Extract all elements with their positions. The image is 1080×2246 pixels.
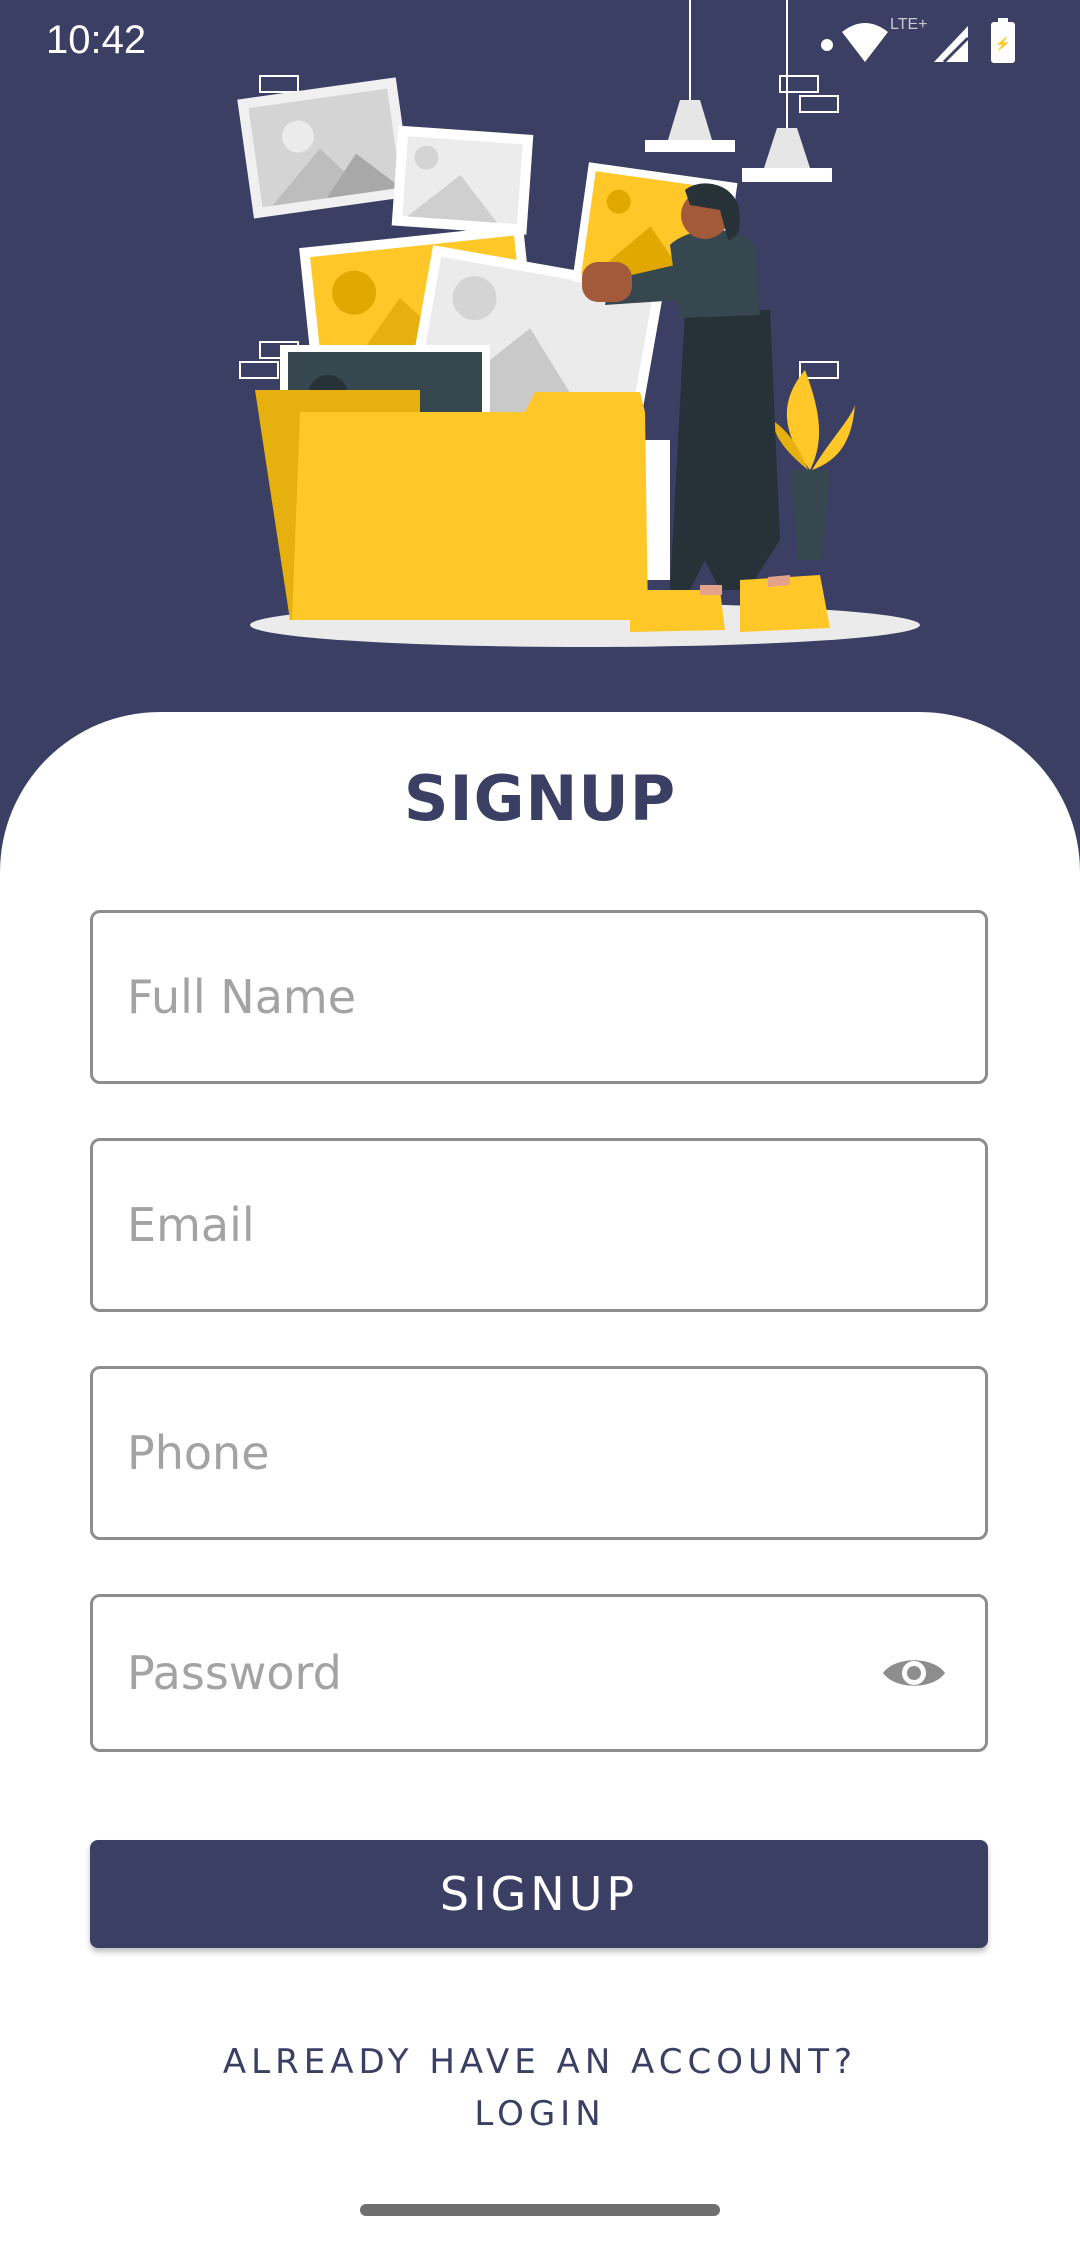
phone-field[interactable]: Phone <box>90 1366 988 1540</box>
full-name-field[interactable]: Full Name <box>90 910 988 1084</box>
password-field[interactable]: Password <box>90 1594 988 1752</box>
folder-icon <box>255 390 648 620</box>
full-name-placeholder: Full Name <box>127 970 356 1024</box>
home-indicator[interactable] <box>360 2204 720 2216</box>
plant-icon <box>772 370 855 560</box>
login-prompt-text: ALREADY HAVE AN ACCOUNT? <box>222 2042 858 2082</box>
phone-placeholder: Phone <box>127 1426 270 1480</box>
email-field[interactable]: Email <box>90 1138 988 1312</box>
password-placeholder: Password <box>127 1646 342 1700</box>
signup-button[interactable]: SIGNUP <box>90 1840 988 1948</box>
eye-icon[interactable] <box>881 1650 947 1696</box>
login-label: LOGIN <box>474 2094 606 2134</box>
hero-illustration <box>237 0 920 647</box>
email-placeholder: Email <box>127 1198 255 1252</box>
page-title: SIGNUP <box>403 762 677 835</box>
login-link[interactable]: ALREADY HAVE AN ACCOUNT? LOGIN <box>0 2036 1080 2140</box>
